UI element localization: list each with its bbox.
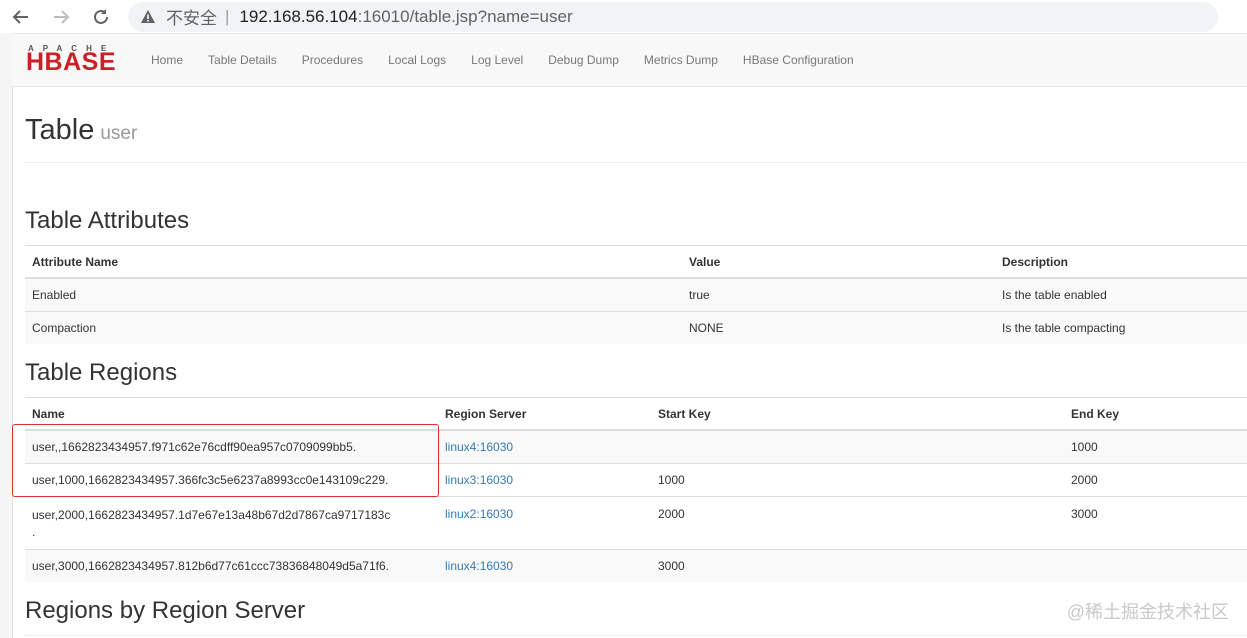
table-row: user,3000,1662823434957.812b6d77c61ccc73… <box>25 548 1247 582</box>
logo-hbase-text: HBASE <box>26 48 117 76</box>
table-header-row: Name Region Server Start Key End Key <box>25 397 1247 431</box>
attribute-name: Enabled <box>25 277 682 311</box>
region-server-link[interactable]: linux3:16030 <box>445 473 513 487</box>
table-row: user,1000,1662823434957.366fc3c5e6237a89… <box>25 462 1247 496</box>
region-name: user,,1662823434957.f971c62e76cdff90ea95… <box>25 429 438 463</box>
region-server-link[interactable]: linux2:16030 <box>445 507 513 521</box>
address-bar[interactable]: 不安全 | 192.168.56.104:16010/table.jsp?nam… <box>128 1 1218 32</box>
column-header: Region Server <box>438 397 651 431</box>
nav-procedures[interactable]: Procedures <box>302 53 363 67</box>
nav-local-logs[interactable]: Local Logs <box>388 53 446 67</box>
region-start-key: 3000 <box>651 548 1064 582</box>
hbase-navbar: APACHE HBASE Home Table Details Procedur… <box>12 34 1247 87</box>
region-name-cell: user,2000,1662823434957.1d7e67e13a48b67d… <box>25 495 438 549</box>
region-server-link[interactable]: linux4:16030 <box>445 440 513 454</box>
page-title: Table user <box>25 114 137 147</box>
table-attributes: Attribute Name Value Description Enabled… <box>25 245 1247 344</box>
region-start-key: 1000 <box>651 462 1064 496</box>
attribute-value: true <box>682 277 995 311</box>
column-header: Start Key <box>651 397 1064 431</box>
reload-icon[interactable] <box>90 6 112 28</box>
attribute-value: NONE <box>682 310 995 344</box>
region-name: user,1000,1662823434957.366fc3c5e6237a89… <box>25 462 438 496</box>
regions-by-server-heading: Regions by Region Server <box>25 597 306 624</box>
table-row: user,2000,1662823434957.1d7e67e13a48b67d… <box>25 495 1247 549</box>
table-header-row: Attribute Name Value Description <box>25 245 1247 279</box>
url-path: :16010/table.jsp?name=user <box>357 6 573 26</box>
page-title-text: Table <box>25 114 95 146</box>
nav-log-level[interactable]: Log Level <box>471 53 523 67</box>
browser-toolbar: 不安全 | 192.168.56.104:16010/table.jsp?nam… <box>0 0 1247 34</box>
page-subtitle: user <box>100 123 138 144</box>
column-header: End Key <box>1064 397 1247 431</box>
table-row: user,,1662823434957.f971c62e76cdff90ea95… <box>25 429 1247 463</box>
region-start-key: 2000 <box>651 495 1064 549</box>
region-end-key: 3000 <box>1064 495 1247 549</box>
url-host: 192.168.56.104 <box>239 6 358 26</box>
attribute-name: Compaction <box>25 310 682 344</box>
nav-metrics-dump[interactable]: Metrics Dump <box>644 53 718 67</box>
column-header: Value <box>682 245 995 279</box>
left-scrollbar[interactable] <box>0 33 13 638</box>
hbase-logo[interactable]: APACHE HBASE <box>26 44 138 76</box>
column-header: Description <box>995 245 1247 279</box>
url-separator: | <box>225 6 230 26</box>
warning-icon <box>140 9 156 25</box>
region-end-key: 1000 <box>1064 429 1247 463</box>
attribute-description: Is the table compacting <box>995 310 1247 344</box>
table-attributes-heading: Table Attributes <box>25 207 190 234</box>
region-server-link[interactable]: linux4:16030 <box>445 559 513 573</box>
back-arrow-icon[interactable] <box>10 6 32 28</box>
region-end-key <box>1064 548 1247 582</box>
region-name: user,3000,1662823434957.812b6d77c61ccc73… <box>25 548 438 582</box>
region-name: user,2000,1662823434957.1d7e67e13a48b67d… <box>32 507 391 522</box>
attribute-description: Is the table enabled <box>995 277 1247 311</box>
forward-arrow-icon[interactable] <box>50 6 72 28</box>
nav-table-details[interactable]: Table Details <box>208 53 277 67</box>
insecure-label: 不安全 <box>166 9 217 28</box>
title-divider <box>25 162 1247 163</box>
nav-menu: Home Table Details Procedures Local Logs… <box>151 34 879 86</box>
region-name-wrap: . <box>32 524 36 539</box>
nav-hbase-configuration[interactable]: HBase Configuration <box>743 53 854 67</box>
nav-debug-dump[interactable]: Debug Dump <box>548 53 619 67</box>
nav-home[interactable]: Home <box>151 53 183 67</box>
column-header: Name <box>25 397 438 431</box>
region-start-key <box>651 429 1064 463</box>
table-regions: Name Region Server Start Key End Key use… <box>25 397 1247 582</box>
table-row: Enabled true Is the table enabled <box>25 277 1247 311</box>
region-end-key: 2000 <box>1064 462 1247 496</box>
watermark: @稀土掘金技术社区 <box>1066 602 1229 622</box>
table-row: Compaction NONE Is the table compacting <box>25 310 1247 344</box>
column-header: Attribute Name <box>25 245 682 279</box>
section-divider <box>25 635 1247 636</box>
table-regions-heading: Table Regions <box>25 359 178 386</box>
